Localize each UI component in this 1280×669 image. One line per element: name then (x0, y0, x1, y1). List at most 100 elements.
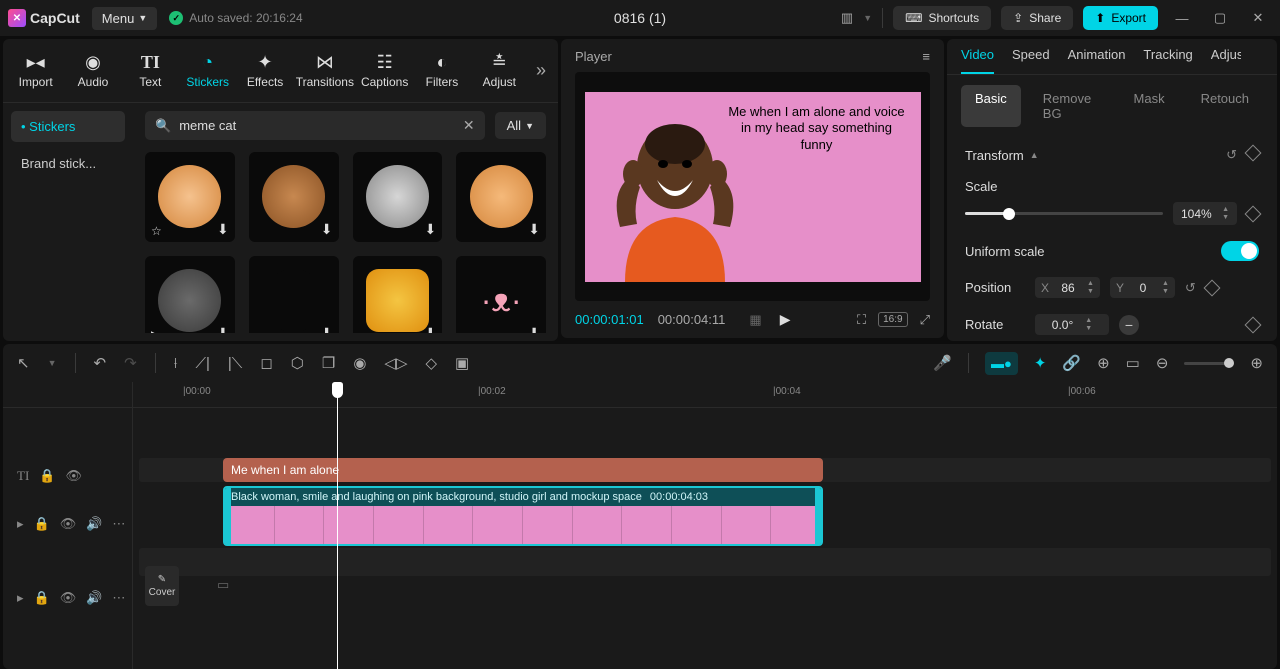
download-icon[interactable]: ⬇ (528, 221, 540, 238)
play-tool[interactable]: ◉ (353, 354, 366, 372)
search-input[interactable] (179, 118, 455, 133)
mic-tool[interactable]: 🎤 (933, 354, 952, 372)
download-icon[interactable]: ⬇ (528, 325, 540, 334)
add-track-icon[interactable]: ▭ (217, 577, 229, 593)
magnet-alt-tool[interactable]: ✦ (1034, 354, 1047, 372)
download-icon[interactable]: ⬇ (425, 221, 437, 238)
inspector-tab-adjust[interactable]: Adjust (1211, 47, 1241, 74)
scale-slider[interactable] (965, 212, 1163, 215)
sticker-item[interactable]: ⬇ (353, 256, 443, 333)
rotate-input[interactable]: 0.0°▲▼ (1035, 314, 1109, 335)
sticker-item[interactable]: ▶⬇ (145, 256, 235, 333)
lock-icon[interactable]: 🔒 (34, 516, 50, 532)
mute-icon[interactable]: 🔊 (86, 516, 102, 532)
split-tool[interactable]: ⟊ (174, 355, 178, 372)
shield-tool[interactable]: ⬡ (291, 354, 304, 372)
visibility-icon[interactable]: 👁 (65, 468, 82, 484)
sticker-item[interactable]: ☆⬇ (145, 152, 235, 242)
minimize-button[interactable]: — (1168, 4, 1196, 32)
rotate-dial[interactable]: − (1119, 315, 1139, 335)
tab-audio[interactable]: ◉Audio (64, 48, 121, 93)
sidebar-item-stickers[interactable]: • Stickers (11, 111, 125, 142)
tabs-more-icon[interactable]: » (528, 60, 554, 81)
copy-tool[interactable]: ❐ (322, 354, 335, 372)
scale-value-input[interactable]: 104%▲▼ (1173, 202, 1237, 225)
mirror-tool[interactable]: ◁▷ (384, 354, 407, 372)
magnet-main-tool[interactable]: ▬● (985, 352, 1018, 375)
link-tool[interactable]: 🔗 (1062, 354, 1081, 372)
position-y-input[interactable]: Y0▲▼ (1110, 277, 1175, 298)
crop-tool[interactable]: ◻ (260, 354, 272, 372)
subtab-basic[interactable]: Basic (961, 85, 1021, 127)
layout-icon[interactable]: ▥ (841, 10, 853, 26)
lock-icon[interactable]: 🔒 (39, 468, 55, 484)
inspector-tab-tracking[interactable]: Tracking (1143, 47, 1192, 74)
sticker-item[interactable]: ⬇ (249, 256, 339, 333)
close-button[interactable]: ✕ (1244, 4, 1272, 32)
preview-tool[interactable]: ▭ (1126, 354, 1140, 372)
filter-all-button[interactable]: All▼ (495, 112, 546, 139)
uniform-scale-toggle[interactable] (1221, 241, 1259, 261)
subtab-removebg[interactable]: Remove BG (1029, 85, 1112, 127)
sticker-item[interactable]: ⬇ (249, 152, 339, 242)
zoom-slider[interactable] (1184, 362, 1234, 365)
reset-icon[interactable]: ↺ (1226, 147, 1237, 163)
redo-button[interactable]: ↷ (124, 354, 137, 372)
timeline-ruler[interactable]: |00:00 |00:02 |00:04 |00:06 (133, 382, 1277, 408)
maximize-button[interactable]: ▢ (1206, 4, 1234, 32)
visibility-icon[interactable]: 👁 (60, 590, 77, 606)
download-icon[interactable]: ⬇ (217, 221, 229, 238)
download-icon[interactable]: ⬇ (425, 325, 437, 334)
player-menu-icon[interactable]: ≡ (922, 49, 930, 64)
fullscreen-icon[interactable]: ⤢ (920, 312, 930, 328)
download-icon[interactable]: ⬇ (217, 325, 229, 334)
frame-icon[interactable]: ⛶ (857, 312, 866, 328)
tab-filters[interactable]: ◐Filters (413, 48, 470, 93)
pointer-tool[interactable]: ↖ (17, 354, 30, 372)
sticker-item[interactable]: ⬇ (353, 152, 443, 242)
frame-tool[interactable]: ▣ (455, 354, 469, 372)
play-button[interactable]: ▶ (780, 311, 791, 328)
text-clip[interactable]: Me when I am alone (223, 458, 823, 482)
zoom-out-button[interactable]: ⊖ (1156, 354, 1169, 372)
tab-captions[interactable]: ☷Captions (356, 48, 413, 93)
share-button[interactable]: ⇪ Share (1001, 6, 1073, 30)
keyframe-icon[interactable] (1245, 316, 1262, 333)
tab-effects[interactable]: ✦Effects (236, 48, 293, 93)
cover-button[interactable]: ✎ Cover (145, 566, 179, 606)
inspector-tab-video[interactable]: Video (961, 47, 994, 74)
lock-icon[interactable]: 🔒 (34, 590, 50, 606)
rotate-tool[interactable]: ◇ (426, 354, 438, 372)
player-viewport[interactable]: Me when I am alone and voice in my head … (575, 72, 930, 301)
tab-import[interactable]: ▸◂Import (7, 48, 64, 93)
more-icon[interactable]: ⋯ (112, 516, 125, 532)
align-tool[interactable]: ⊕ (1097, 354, 1110, 372)
download-icon[interactable]: ⬇ (321, 325, 333, 334)
tab-stickers[interactable]: ◔Stickers (179, 48, 236, 93)
download-icon[interactable]: ⬇ (321, 221, 333, 238)
more-icon[interactable]: ⋯ (112, 590, 125, 606)
visibility-icon[interactable]: 👁 (60, 516, 77, 532)
undo-button[interactable]: ↶ (94, 354, 107, 372)
subtab-mask[interactable]: Mask (1120, 85, 1179, 127)
inspector-tab-animation[interactable]: Animation (1068, 47, 1126, 74)
position-x-input[interactable]: X86▲▼ (1035, 277, 1100, 298)
play-icon[interactable]: ▶ (151, 328, 160, 334)
tab-text[interactable]: TIText (122, 48, 179, 93)
tab-transitions[interactable]: ⋈Transitions (294, 48, 356, 93)
list-view-icon[interactable]: ▦ (749, 312, 761, 328)
search-box[interactable]: 🔍 ✕ (145, 111, 485, 140)
aspect-ratio[interactable]: 16:9 (878, 312, 907, 327)
sidebar-item-brand[interactable]: Brand stick... (11, 148, 125, 179)
sticker-item[interactable]: ·ᴥ·⬇ (456, 256, 546, 333)
mute-icon[interactable]: 🔊 (86, 590, 102, 606)
keyframe-icon[interactable] (1245, 205, 1262, 222)
menu-button[interactable]: Menu ▼ (92, 7, 157, 30)
inspector-tab-speed[interactable]: Speed (1012, 47, 1050, 74)
keyframe-icon[interactable] (1203, 279, 1220, 296)
zoom-in-button[interactable]: ⊕ (1250, 354, 1263, 372)
reset-icon[interactable]: ↺ (1185, 280, 1196, 296)
video-clip[interactable]: Black woman, smile and laughing on pink … (223, 486, 823, 546)
trim-right-tool[interactable]: |⟍ (228, 355, 242, 372)
export-button[interactable]: ⬆ Export (1083, 6, 1158, 30)
